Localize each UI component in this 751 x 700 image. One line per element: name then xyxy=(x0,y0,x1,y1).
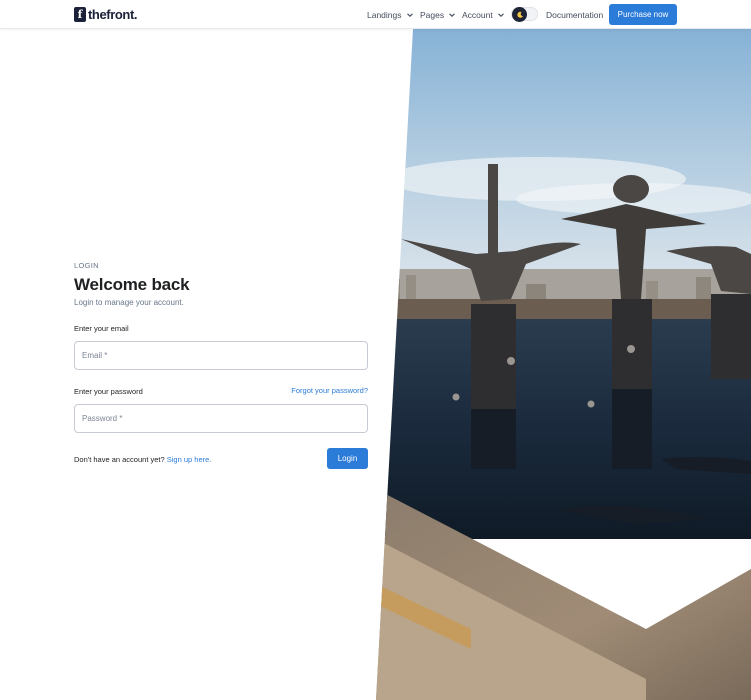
no-account-label: Don't have an account yet? xyxy=(74,455,165,464)
top-navbar: f thefront. Landings Pages Account Docum… xyxy=(0,0,751,29)
nav-account[interactable]: Account xyxy=(462,0,505,29)
email-placeholder: Email * xyxy=(82,351,108,360)
moon-icon xyxy=(516,11,523,18)
nav-pages-label: Pages xyxy=(420,9,445,20)
documentation-link[interactable]: Documentation xyxy=(546,0,603,29)
login-heading-block: LOGIN Welcome back Login to manage your … xyxy=(74,261,368,307)
chevron-down-icon xyxy=(406,12,413,17)
theme-toggle[interactable] xyxy=(511,7,538,22)
chevron-down-icon xyxy=(497,12,504,17)
nav-landings[interactable]: Landings xyxy=(367,0,414,29)
logo-mark-icon: f xyxy=(74,7,86,22)
toggle-knob xyxy=(512,7,527,22)
email-field[interactable]: Email * xyxy=(74,341,368,370)
page-title: Welcome back xyxy=(74,275,190,294)
brand-logo[interactable]: f thefront. xyxy=(74,6,138,23)
hero-image xyxy=(376,29,751,700)
forgot-password-link[interactable]: Forgot your password? xyxy=(291,386,368,395)
nav-landings-label: Landings xyxy=(367,9,402,20)
password-field[interactable]: Password * xyxy=(74,404,368,433)
login-overline: LOGIN xyxy=(74,261,99,270)
page-subtitle: Login to manage your account. xyxy=(74,298,184,307)
password-placeholder: Password * xyxy=(82,414,123,423)
purchase-button[interactable]: Purchase now xyxy=(609,4,677,25)
password-label: Enter your password xyxy=(74,387,143,396)
email-label: Enter your email xyxy=(74,324,129,333)
chevron-down-icon xyxy=(449,12,455,17)
nav-pages[interactable]: Pages xyxy=(420,0,456,29)
login-button[interactable]: Login xyxy=(327,448,368,469)
nav-account-label: Account xyxy=(462,9,493,20)
signup-link[interactable]: Sign up here. xyxy=(167,455,212,464)
no-account-text: Don't have an account yet? Sign up here. xyxy=(74,455,211,464)
sculptures-pool-photo xyxy=(376,29,751,700)
logo-text: thefront. xyxy=(88,7,138,22)
